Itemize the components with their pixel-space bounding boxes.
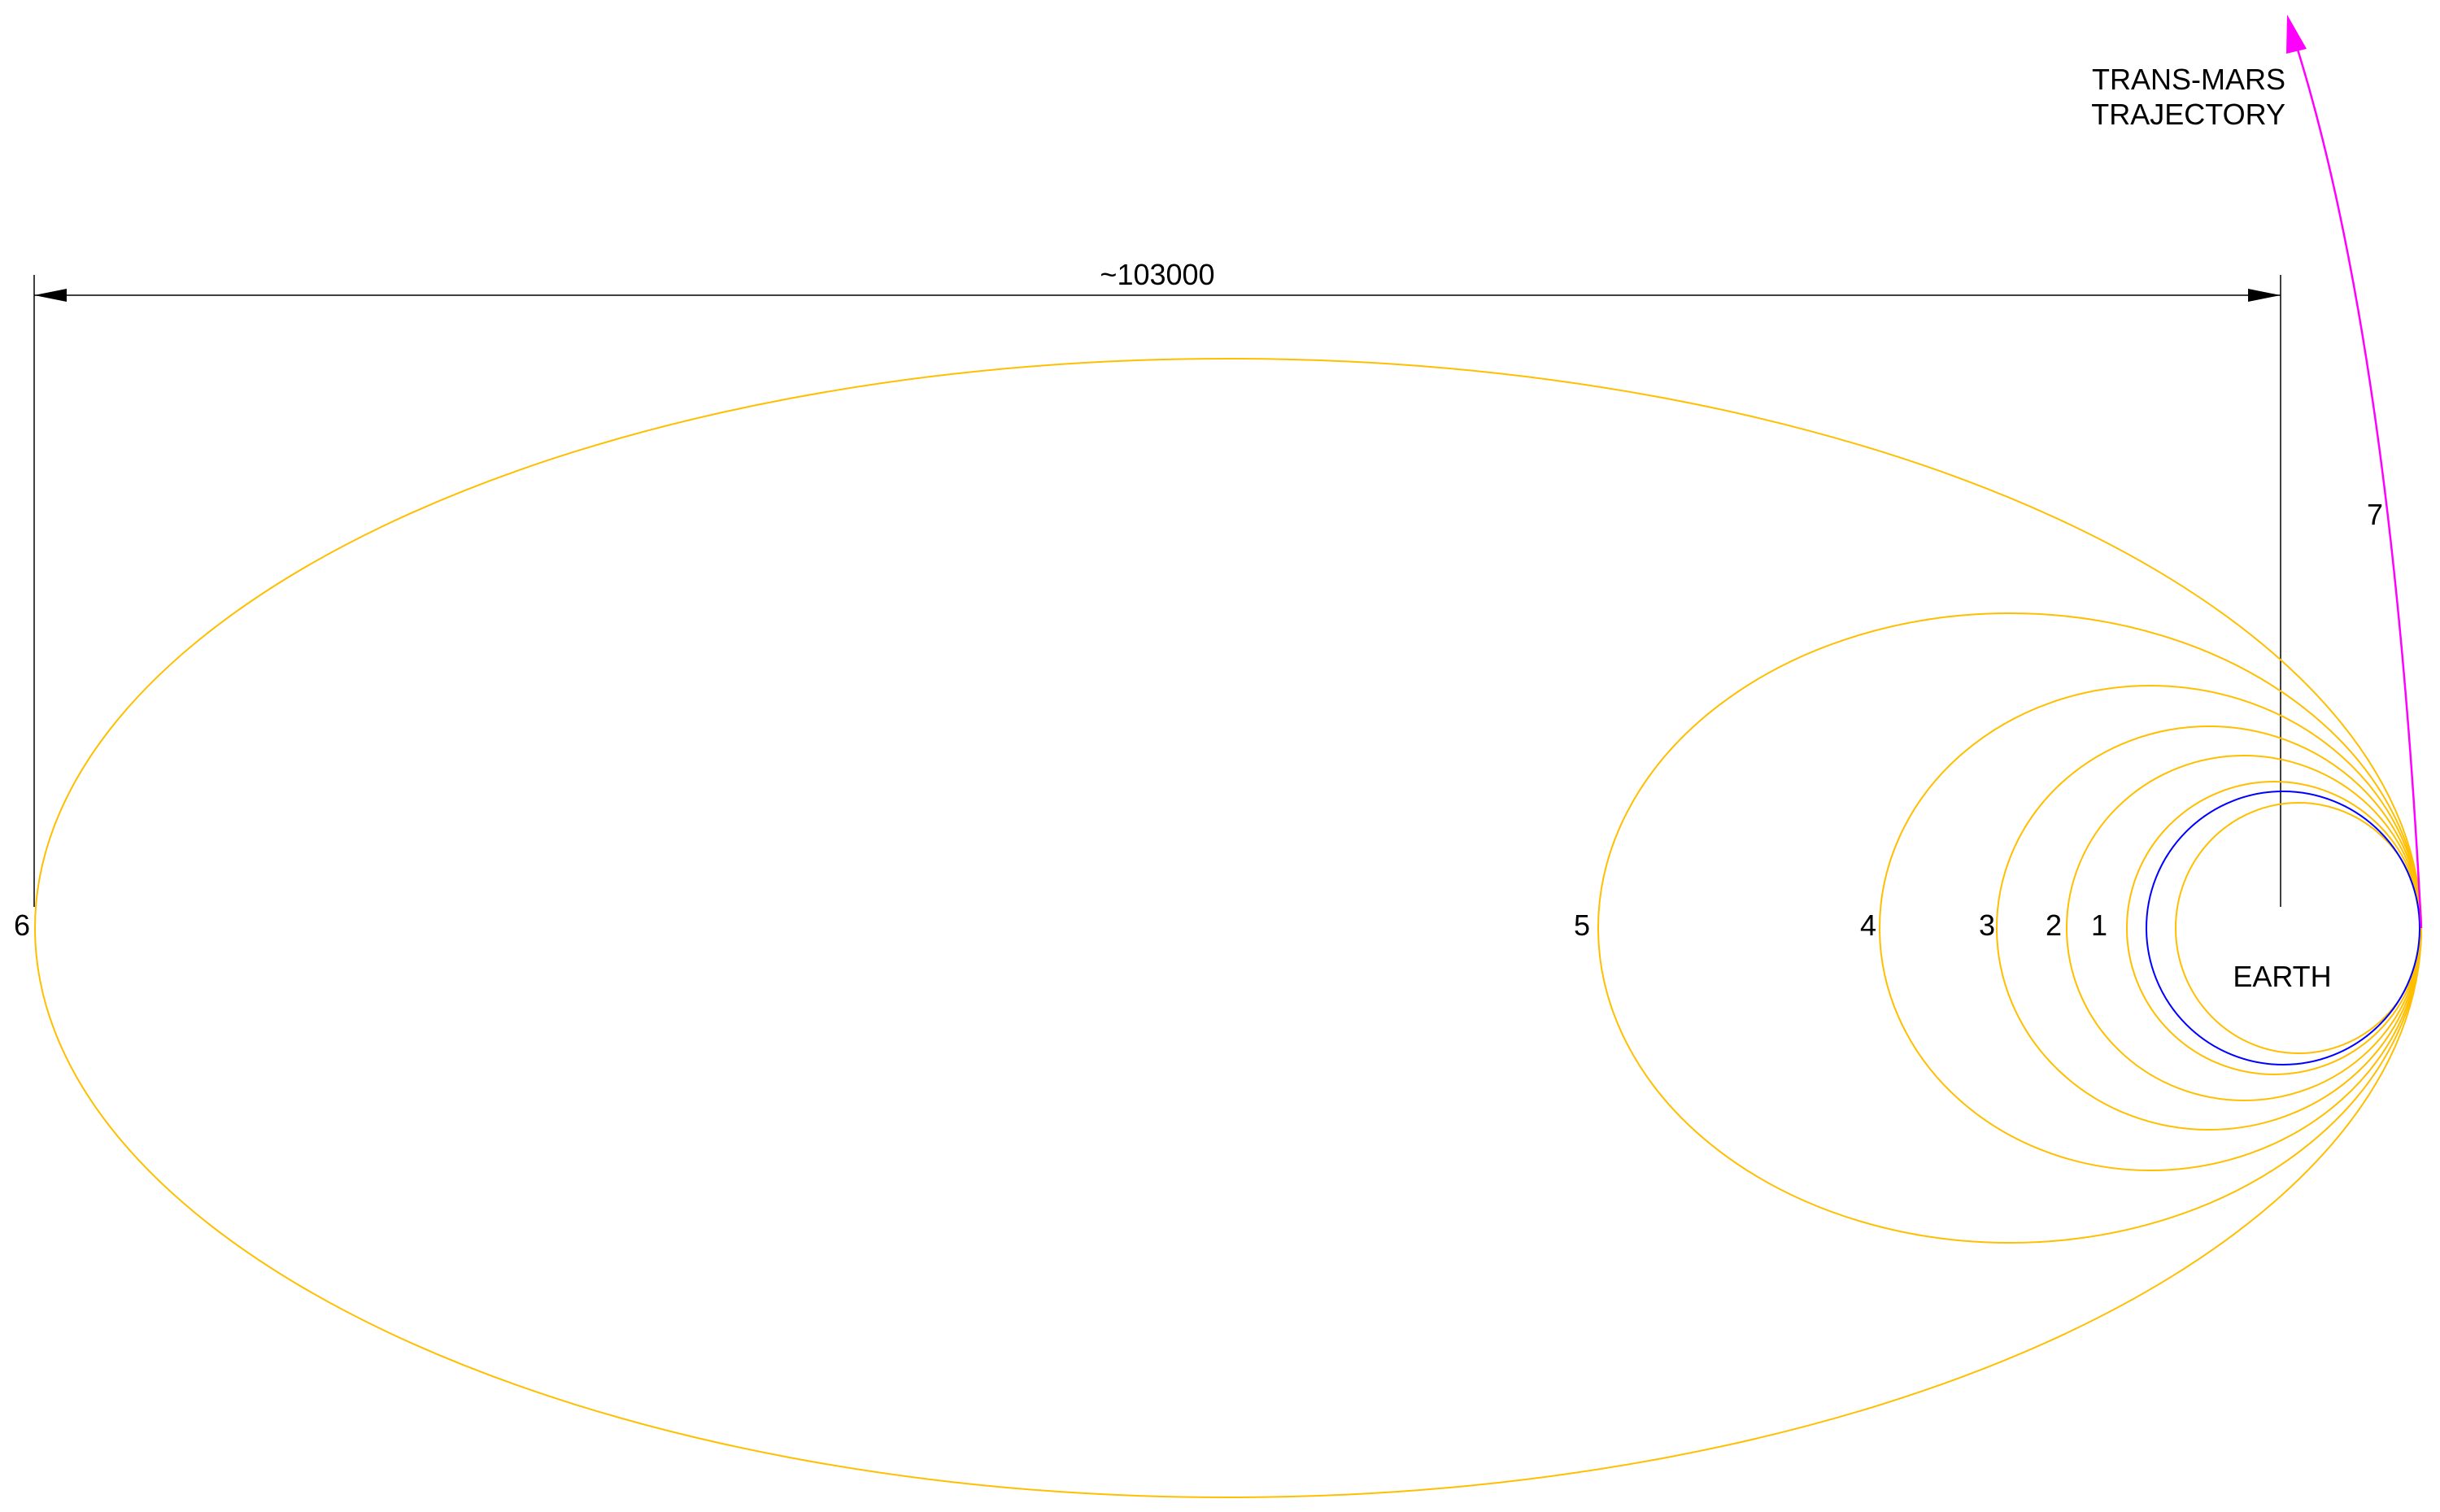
orbit-4 — [1879, 685, 2422, 1171]
trajectory-label-line1: TRANS-MARS — [2092, 63, 2285, 96]
orbit-label-3: 3 — [1979, 909, 1995, 942]
orbit-5 — [1597, 612, 2422, 1244]
earth-label: EARTH — [2233, 960, 2331, 993]
orbit-label-6: 6 — [14, 909, 30, 942]
trajectory-label-line2: TRAJECTORY — [2091, 98, 2285, 131]
orbit-1 — [2126, 781, 2422, 1075]
orbit-label-7: 7 — [2367, 498, 2383, 531]
dimension-label: ~103000 — [1100, 258, 1214, 291]
orbit-label-2: 2 — [2046, 909, 2062, 942]
trajectory-arrowhead — [2286, 15, 2307, 54]
orbit-6 — [34, 358, 2422, 1498]
orbit-label-1: 1 — [2091, 909, 2107, 942]
orbit-2 — [2066, 755, 2422, 1101]
orbit-label-5: 5 — [1574, 909, 1590, 942]
orbit-0 — [2175, 802, 2422, 1054]
orbit-raising-diagram: ~103000 EARTH TRANS-MARS TRAJECTORY 6 5 … — [14, 15, 2423, 1498]
orbit-label-4: 4 — [1860, 909, 1876, 942]
